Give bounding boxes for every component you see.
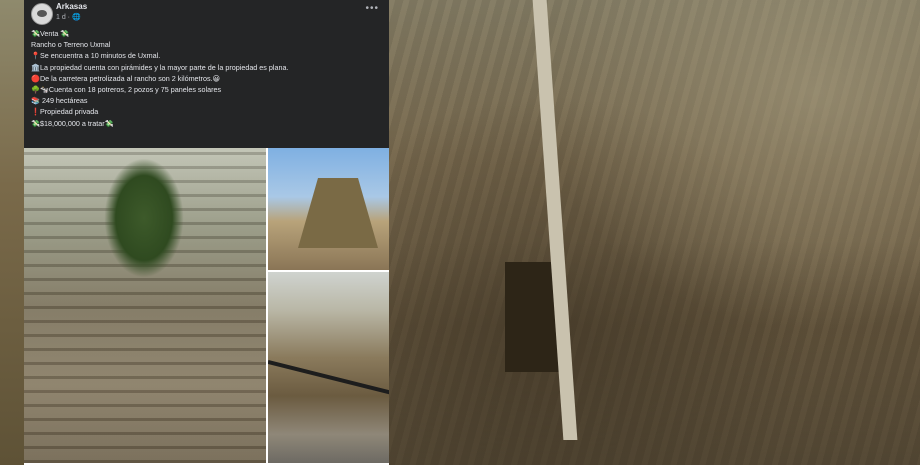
post-text: 💸Venta 💸 Rancho o Terreno Uxmal 📍Se encu… <box>31 28 381 129</box>
foliage <box>104 158 184 278</box>
post-line: 💸Venta 💸 <box>31 29 70 38</box>
stairs-photo[interactable] <box>24 148 266 463</box>
post-line: 💸$18,000,000 a tratar💸 <box>31 118 114 128</box>
post-header: Arkasas 1 d · 🌐 ••• 💸Venta 💸 Rancho o Te… <box>24 0 389 148</box>
pipe <box>268 360 389 396</box>
road-photo[interactable] <box>268 272 389 463</box>
facebook-post: Arkasas 1 d · 🌐 ••• 💸Venta 💸 Rancho o Te… <box>24 0 389 465</box>
post-line: 📚 249 hectáreas <box>31 96 88 106</box>
post-line: 🏛️La propiedad cuenta con pirámides y la… <box>31 62 289 72</box>
post-line: 📍Se encuentra a 10 minutos de Uxmal. <box>31 51 161 61</box>
pyramid-photo[interactable] <box>268 148 389 270</box>
photo-grid <box>24 148 389 465</box>
post-line: 🌳🐄Cuenta con 18 potreros, 2 pozos y 75 p… <box>31 85 222 95</box>
ruins-wall-shadow <box>389 240 920 465</box>
post-line: Rancho o Terreno Uxmal <box>31 40 111 50</box>
more-options-icon[interactable]: ••• <box>365 3 379 14</box>
post-line: ❗Propiedad privada <box>31 107 99 117</box>
pyramid-mound <box>298 178 378 248</box>
post-author[interactable]: Arkasas <box>56 2 87 11</box>
post-timestamp[interactable]: 1 d · 🌐 <box>56 13 81 21</box>
post-line: 🔴De la carretera petrolizada al rancho s… <box>31 73 221 83</box>
background-photo-left <box>0 0 24 465</box>
avatar[interactable] <box>31 3 53 25</box>
